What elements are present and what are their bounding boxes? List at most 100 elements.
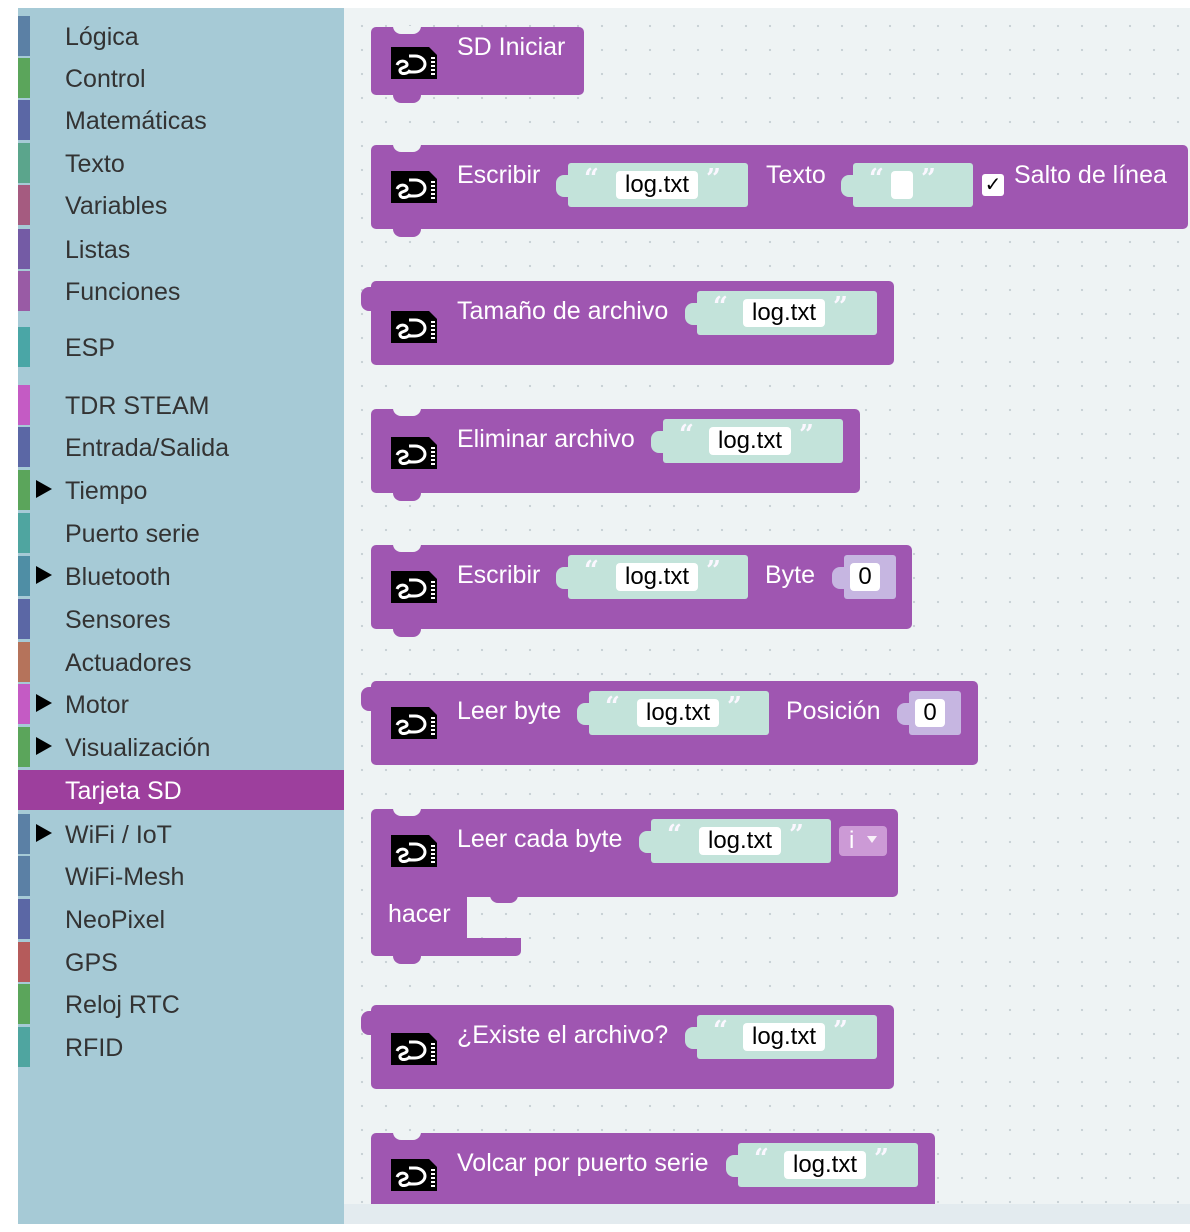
- open-quote-icon: “: [605, 692, 620, 722]
- number-field[interactable]: 0: [850, 563, 880, 591]
- close-quote-icon: ”: [706, 556, 721, 586]
- category-label: Actuadores: [65, 649, 192, 677]
- string-field[interactable]: log.txt: [784, 1151, 866, 1179]
- toolbox-category-neopixel[interactable]: NeoPixel: [18, 899, 344, 939]
- toolbox-category-puerto-serie[interactable]: Puerto serie: [18, 513, 344, 553]
- category-label: Motor: [65, 691, 129, 719]
- category-color-bar: [18, 229, 30, 269]
- file-name-input[interactable]: “ log.txt ”: [685, 1015, 877, 1059]
- block-top-notch: [393, 544, 421, 552]
- toolbox-category-sensores[interactable]: Sensores: [18, 599, 344, 639]
- block-label: SD Iniciar: [457, 33, 566, 61]
- dropdown-arrow-icon[interactable]: [867, 836, 877, 843]
- block-sd-write-byte[interactable]: Escribir “ log.txt ” Byte 0: [371, 544, 912, 637]
- blocks-workspace[interactable]: SD Iniciar Escribir “log.txt” Texto “” ✓ Salto…: [344, 8, 1190, 1224]
- toolbox-category-texto[interactable]: Texto: [18, 143, 344, 183]
- close-quote-icon: ”: [921, 164, 936, 194]
- toolbox-category-gps[interactable]: GPS: [18, 942, 344, 982]
- block-bottom-notch: [393, 493, 421, 501]
- category-color-bar: [18, 327, 30, 367]
- block-label: Volcar por puerto serie: [457, 1149, 709, 1177]
- string-field[interactable]: log.txt: [699, 827, 781, 855]
- toolbox-category-tdr-steam[interactable]: TDR STEAM: [18, 385, 344, 425]
- category-label: Visualización: [65, 734, 211, 762]
- block-sd-size[interactable]: Tamaño de archivo “ log.txt ”: [361, 281, 894, 365]
- block-sd-write[interactable]: Escribir “log.txt” Texto “” ✓ Salto de línea: [371, 144, 1188, 237]
- category-color-bar: [18, 727, 30, 767]
- expand-arrow-icon[interactable]: [36, 566, 52, 584]
- file-name-input[interactable]: “ log.txt ”: [685, 291, 877, 335]
- category-label: Control: [65, 65, 146, 93]
- block-label: Leer cada byte: [457, 825, 623, 853]
- input-connector: [726, 1155, 740, 1177]
- string-field[interactable]: log.txt: [637, 699, 719, 727]
- toolbox-category-bluetooth[interactable]: Bluetooth: [18, 556, 344, 596]
- string-field[interactable]: log.txt: [616, 171, 698, 199]
- variable-dropdown[interactable]: i: [839, 826, 887, 856]
- category-label: Funciones: [65, 278, 181, 306]
- byte-input[interactable]: 0: [832, 555, 896, 599]
- number-field[interactable]: 0: [915, 699, 945, 727]
- toolbox-category-actuadores[interactable]: Actuadores: [18, 642, 344, 682]
- toolbox-category-tarjeta-sd[interactable]: Tarjeta SD: [18, 770, 344, 810]
- toolbox-category-wifi-iot[interactable]: WiFi / IoT: [18, 814, 344, 854]
- block-sd-read-byte[interactable]: Leer byte “ log.txt ” Posición 0: [361, 681, 978, 765]
- category-label: TDR STEAM: [65, 392, 210, 420]
- block-output-plug: [361, 687, 373, 711]
- toolbox-category-visualización[interactable]: Visualización: [18, 727, 344, 767]
- block-sd-each-byte-bottom[interactable]: [371, 938, 521, 964]
- toolbox-category-listas[interactable]: Listas: [18, 229, 344, 269]
- block-label: Escribir: [457, 161, 541, 189]
- toolbox-category-entrada-salida[interactable]: Entrada/Salida: [18, 427, 344, 467]
- string-field[interactable]: [891, 171, 913, 199]
- open-quote-icon: “: [713, 1016, 728, 1046]
- sd-card-icon: [391, 171, 437, 203]
- expand-arrow-icon[interactable]: [36, 694, 52, 712]
- expand-arrow-icon[interactable]: [36, 480, 52, 498]
- category-color-bar: [18, 856, 30, 896]
- block-label: Byte: [765, 561, 816, 589]
- input-connector: [556, 175, 570, 197]
- expand-arrow-icon[interactable]: [36, 737, 52, 755]
- file-name-input[interactable]: “ log.txt ”: [639, 819, 831, 863]
- newline-checkbox[interactable]: ✓: [982, 174, 1004, 196]
- toolbox-category-tiempo[interactable]: Tiempo: [18, 470, 344, 510]
- block-sd-each-byte[interactable]: Leer cada byte “ log.txt ” i: [371, 808, 898, 897]
- block-sd-init[interactable]: SD Iniciar: [371, 26, 584, 103]
- block-sd-delete[interactable]: Eliminar archivo “ log.txt ”: [371, 408, 860, 501]
- category-color-bar: [18, 942, 30, 982]
- variable-name: i: [849, 827, 855, 854]
- string-field[interactable]: log.txt: [709, 427, 791, 455]
- close-quote-icon: ”: [799, 420, 814, 450]
- toolbox-category-matemáticas[interactable]: Matemáticas: [18, 100, 344, 140]
- close-quote-icon: ”: [833, 292, 848, 322]
- block-label: Eliminar archivo: [457, 425, 635, 453]
- close-quote-icon: ”: [789, 820, 804, 850]
- block-label: Escribir: [457, 561, 541, 589]
- string-field[interactable]: log.txt: [743, 1023, 825, 1051]
- string-field[interactable]: log.txt: [743, 299, 825, 327]
- block-sd-exists[interactable]: ¿Existe el archivo? “ log.txt ”: [361, 1005, 894, 1089]
- toolbox-category-variables[interactable]: Variables: [18, 185, 344, 225]
- toolbox-category-control[interactable]: Control: [18, 58, 344, 98]
- toolbox-category-wifi-mesh[interactable]: WiFi-Mesh: [18, 856, 344, 896]
- expand-arrow-icon[interactable]: [36, 824, 52, 842]
- string-field[interactable]: log.txt: [616, 563, 698, 591]
- toolbox-category-esp[interactable]: ESP: [18, 327, 344, 367]
- toolbox-category-funciones[interactable]: Funciones: [18, 271, 344, 311]
- file-name-input[interactable]: “ log.txt ”: [651, 419, 843, 463]
- toolbox-category-lógica[interactable]: Lógica: [18, 16, 344, 56]
- position-input[interactable]: 0: [897, 691, 961, 735]
- open-quote-icon: “: [667, 820, 682, 850]
- toolbox-category-rfid[interactable]: RFID: [18, 1027, 344, 1067]
- file-name-input[interactable]: “ log.txt ”: [577, 691, 769, 735]
- block-top-notch: [393, 408, 421, 416]
- workspace-scrollbar-track[interactable]: [344, 1204, 1190, 1224]
- text-input[interactable]: “”: [841, 163, 973, 207]
- toolbox-category-motor[interactable]: Motor: [18, 684, 344, 724]
- file-name-input[interactable]: “ log.txt ”: [556, 555, 748, 599]
- category-color-bar: [18, 427, 30, 467]
- toolbox-category-reloj-rtc[interactable]: Reloj RTC: [18, 984, 344, 1024]
- file-name-input[interactable]: “ log.txt ”: [726, 1143, 918, 1187]
- file-name-input[interactable]: “ log.txt ”: [556, 163, 748, 207]
